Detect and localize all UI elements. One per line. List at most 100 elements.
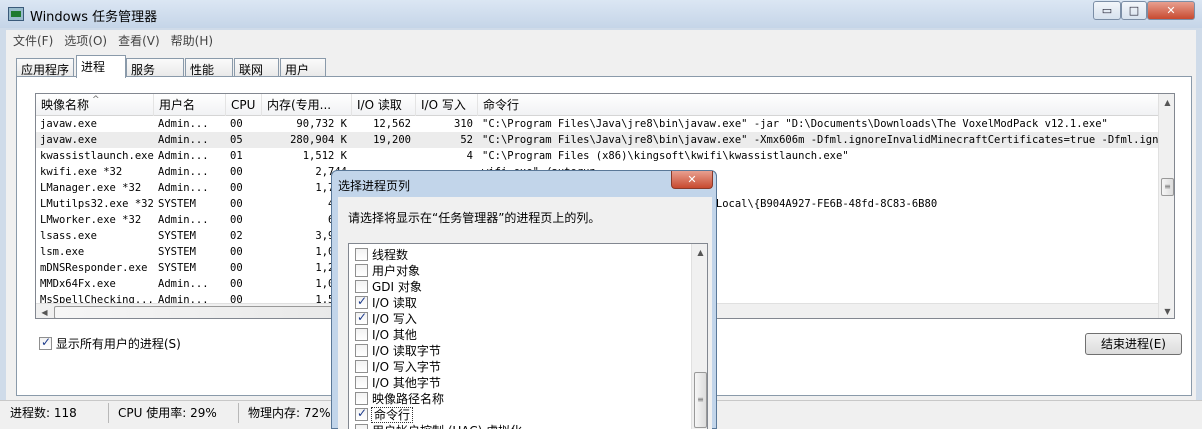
column-option[interactable]: I/O 其他 bbox=[355, 326, 417, 342]
dialog-close-button[interactable]: ✕ bbox=[671, 171, 713, 189]
column-option[interactable]: I/O 读取字节 bbox=[355, 342, 441, 358]
tab-users[interactable]: 用户 bbox=[280, 58, 326, 77]
end-process-button[interactable]: 结束进程(E) bbox=[1085, 333, 1182, 355]
checklist-scroll-thumb[interactable]: ≡ bbox=[694, 372, 707, 428]
minimize-button[interactable]: ▭ bbox=[1093, 1, 1121, 20]
column-option-checkbox[interactable] bbox=[355, 310, 368, 325]
cpu-cell: 00 bbox=[230, 182, 243, 194]
column-user-name[interactable]: 用户名 bbox=[154, 94, 226, 116]
tab-processes[interactable]: 进程 bbox=[76, 55, 126, 78]
column-io-read[interactable]: I/O 读取 bbox=[352, 94, 416, 116]
tab-services[interactable]: 服务 bbox=[126, 58, 184, 77]
window-title: Windows 任务管理器 bbox=[30, 10, 158, 25]
io-write-cell: 4 bbox=[466, 150, 473, 162]
image-name-cell: kwassistlaunch.exe bbox=[40, 150, 154, 162]
menu-file[interactable]: 文件(F) bbox=[6, 30, 57, 49]
dialog-prompt: 请选择将显示在“任务管理器”的进程页上的列。 bbox=[348, 211, 601, 225]
column-command-line[interactable]: 命令行 bbox=[478, 94, 1158, 116]
scroll-up-arrow-icon[interactable]: ▲ bbox=[1159, 94, 1174, 111]
checklist-scroll-up-icon[interactable]: ▲ bbox=[692, 244, 707, 261]
column-memory[interactable]: 内存(专用... bbox=[262, 94, 352, 116]
status-divider bbox=[238, 403, 239, 423]
tab-networking[interactable]: 联网 bbox=[234, 58, 279, 77]
close-button[interactable]: ✕ bbox=[1147, 1, 1195, 20]
maximize-button[interactable]: □ bbox=[1121, 1, 1147, 20]
sort-ascending-icon: ^ bbox=[92, 95, 100, 105]
column-io-write[interactable]: I/O 写入 bbox=[416, 94, 478, 116]
select-columns-dialog: 选择进程页列 ✕ 请选择将显示在“任务管理器”的进程页上的列。 线程数 用户对象 G… bbox=[331, 170, 717, 429]
tab-applications[interactable]: 应用程序 bbox=[16, 58, 74, 77]
image-name-cell: lsm.exe bbox=[40, 246, 85, 258]
tab-performance[interactable]: 性能 bbox=[185, 58, 233, 77]
column-option-checkbox[interactable] bbox=[355, 392, 368, 405]
user-name-cell: SYSTEM bbox=[158, 198, 196, 210]
process-row[interactable]: kwassistlaunch.exe Admin... 01 1,512 K 4 "C:\… bbox=[36, 148, 1158, 164]
column-option-label: GDI 对象 bbox=[372, 280, 422, 294]
column-option-checkbox[interactable] bbox=[355, 328, 368, 341]
dialog-title: 选择进程页列 bbox=[338, 179, 411, 193]
column-option-label: I/O 读取 bbox=[372, 296, 417, 310]
column-option-label: 线程数 bbox=[372, 248, 409, 262]
user-name-cell: Admin... bbox=[158, 214, 209, 226]
user-name-cell: SYSTEM bbox=[158, 246, 196, 258]
image-name-cell: LMutilps32.exe *32 bbox=[40, 198, 154, 210]
column-image-name[interactable]: 映像名称 ^ bbox=[36, 94, 154, 116]
column-option[interactable]: 用户对象 bbox=[355, 262, 420, 278]
column-option-checkbox[interactable] bbox=[355, 264, 368, 277]
image-name-cell: lsass.exe bbox=[40, 230, 97, 242]
column-option-label: I/O 其他 bbox=[372, 328, 417, 342]
column-option[interactable]: I/O 读取 bbox=[355, 294, 417, 310]
column-option-label: 映像路径名称 bbox=[372, 392, 445, 406]
column-option-checkbox[interactable] bbox=[355, 280, 368, 293]
scroll-thumb[interactable]: ≡ bbox=[1161, 178, 1174, 196]
scroll-down-arrow-icon[interactable]: ▼ bbox=[1159, 303, 1174, 318]
column-checklist[interactable]: 线程数用户对象 GDI 对象 I/O 读取 I/O 写入 I/O 其他 I/O 读取字节 I… bbox=[348, 243, 708, 429]
column-option[interactable]: 用户帐户控制 (UAC) 虚拟化 bbox=[355, 422, 522, 429]
title-bar[interactable]: Windows 任务管理器 ▭ □ ✕ bbox=[0, 0, 1202, 28]
menu-options[interactable]: 选项(O) bbox=[57, 30, 111, 49]
column-option-checkbox[interactable] bbox=[355, 406, 368, 421]
column-option[interactable]: GDI 对象 bbox=[355, 278, 422, 294]
column-option[interactable]: 线程数 bbox=[355, 246, 408, 262]
show-all-users-option[interactable]: 显示所有用户的进程(S) bbox=[39, 335, 181, 352]
menu-view[interactable]: 查看(V) bbox=[111, 30, 164, 49]
command-line-cell: "C:\Program Files (x86)\kingsoft\kwifi\k… bbox=[482, 150, 849, 162]
cpu-cell: 00 bbox=[230, 118, 243, 130]
cpu-cell: 00 bbox=[230, 278, 243, 290]
io-read-cell: 19,200 bbox=[373, 134, 411, 146]
process-list-vertical-scrollbar[interactable]: ▲ ≡ ▼ bbox=[1158, 94, 1174, 318]
column-option-label: 用户帐户控制 (UAC) 虚拟化 bbox=[372, 424, 522, 429]
column-option[interactable]: I/O 写入 bbox=[355, 310, 417, 326]
menu-help[interactable]: 帮助(H) bbox=[164, 30, 217, 49]
cpu-cell: 00 bbox=[230, 262, 243, 274]
cpu-cell: 02 bbox=[230, 230, 243, 242]
memory-cell: 90,732 K bbox=[296, 118, 347, 130]
image-name-cell: mDNSResponder.exe bbox=[40, 262, 148, 274]
io-read-cell bbox=[352, 148, 416, 164]
io-read-cell: 12,562 bbox=[373, 118, 411, 130]
column-option-checkbox[interactable] bbox=[355, 424, 368, 429]
memory-cell: 1,512 K bbox=[302, 150, 347, 162]
column-cpu[interactable]: CPU bbox=[226, 94, 262, 116]
column-option-checkbox[interactable] bbox=[355, 344, 368, 357]
process-row[interactable]: javaw.exe Admin... 00 90,732 K 12,562 310 "C:\… bbox=[36, 116, 1158, 132]
column-option-checkbox[interactable] bbox=[355, 376, 368, 389]
image-name-cell: javaw.exe bbox=[40, 134, 97, 146]
cpu-cell: 01 bbox=[230, 150, 243, 162]
process-row[interactable]: javaw.exe Admin... 05 280,904 K 19,200 52 "C:\… bbox=[36, 132, 1158, 148]
user-name-cell: Admin... bbox=[158, 278, 209, 290]
column-option-checkbox[interactable] bbox=[355, 248, 368, 261]
column-option[interactable]: I/O 其他字节 bbox=[355, 374, 441, 390]
column-option[interactable]: I/O 写入字节 bbox=[355, 358, 441, 374]
column-option[interactable]: 映像路径名称 bbox=[355, 390, 444, 406]
image-name-cell: kwifi.exe *32 bbox=[40, 166, 123, 178]
column-option-checkbox[interactable] bbox=[355, 360, 368, 373]
checklist-scrollbar[interactable]: ▲ ≡ bbox=[691, 244, 707, 429]
column-option[interactable]: 命令行 bbox=[355, 406, 414, 423]
cpu-cell: 00 bbox=[230, 214, 243, 226]
cpu-cell: 00 bbox=[230, 198, 243, 210]
scroll-left-arrow-icon[interactable]: ◀ bbox=[36, 304, 53, 318]
user-name-cell: Admin... bbox=[158, 134, 209, 146]
column-option-checkbox[interactable] bbox=[355, 294, 368, 309]
show-all-users-checkbox[interactable] bbox=[39, 335, 52, 350]
